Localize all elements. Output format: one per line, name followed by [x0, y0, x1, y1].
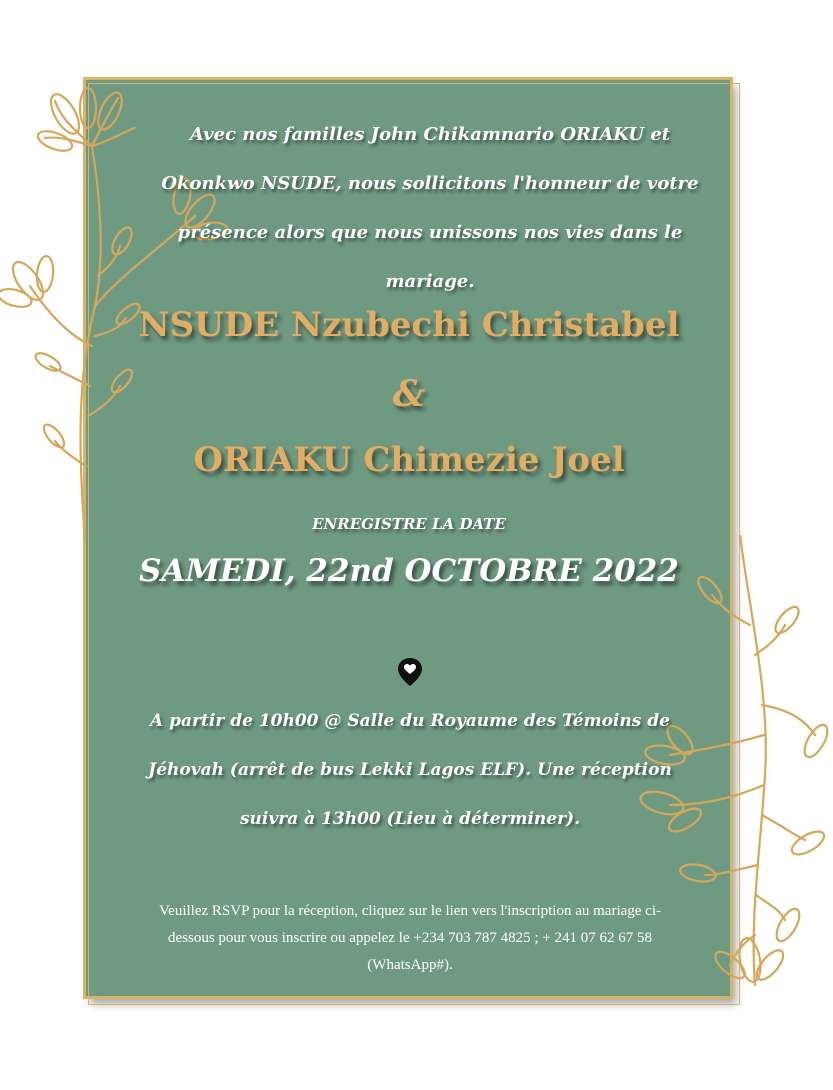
groom-name: ORIAKU Chimezie Joel	[193, 440, 625, 480]
venue-text: A partir de 10h00 @ Salle du Royaume des…	[148, 711, 672, 829]
intro-text: Avec nos familles John Chikamnario ORIAK…	[161, 124, 699, 292]
event-date: SAMEDI, 22nd OCTOBRE 2022	[139, 553, 679, 589]
ampersand: &	[392, 373, 426, 415]
bride-name: NSUDE Nzubechi Christabel	[138, 305, 680, 345]
location-heart-pin-icon	[398, 658, 422, 686]
save-the-date-label: ENREGISTRE LA DATE	[312, 515, 506, 533]
rsvp-text: Veuillez RSVP pour la réception, cliquez…	[159, 903, 661, 973]
